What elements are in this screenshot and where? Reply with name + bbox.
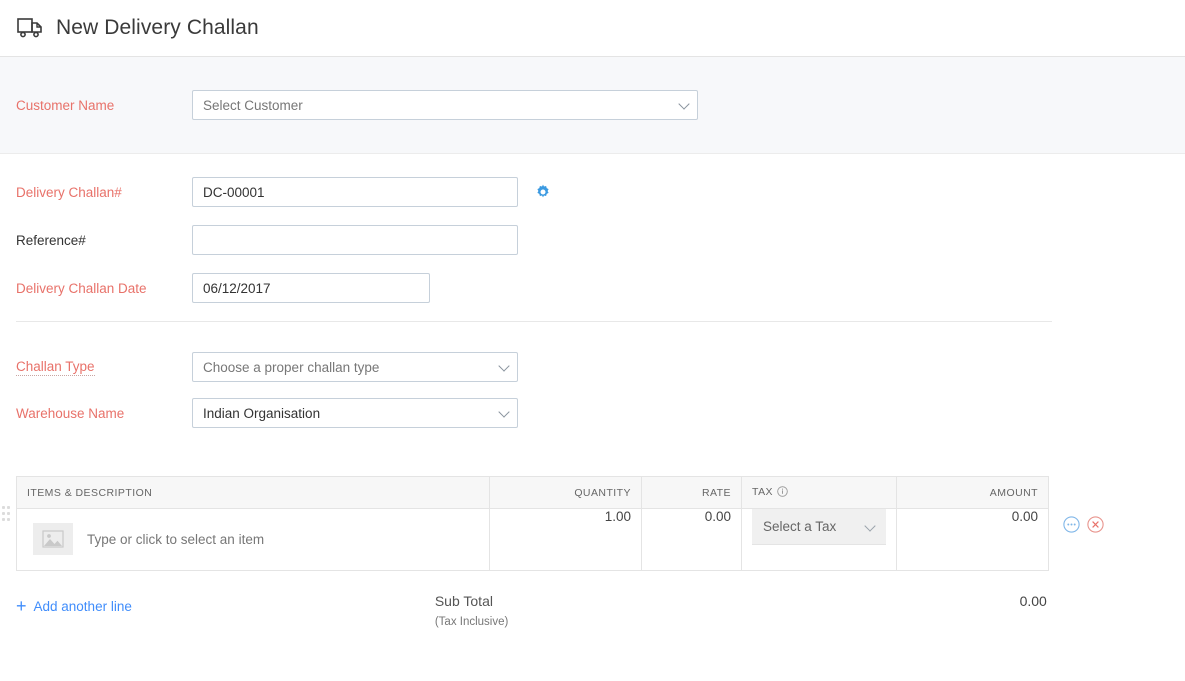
add-another-line-label: Add another line bbox=[34, 599, 132, 614]
page-title: New Delivery Challan bbox=[56, 16, 259, 40]
challan-type-label: Challan Type bbox=[16, 359, 95, 376]
sub-total-label: Sub Total bbox=[435, 593, 509, 609]
plus-icon: + bbox=[16, 597, 27, 615]
table-row: Type or click to select an item 1.00 0.0… bbox=[17, 509, 1049, 571]
more-options-icon[interactable] bbox=[1063, 516, 1080, 538]
warehouse-name-label: Warehouse Name bbox=[16, 406, 192, 421]
warehouse-name-value: Indian Organisation bbox=[203, 406, 320, 421]
warehouse-name-row: Warehouse Name Indian Organisation bbox=[16, 398, 1185, 428]
amount-cell: 0.00 bbox=[897, 509, 1049, 571]
quantity-cell[interactable]: 1.00 bbox=[490, 509, 642, 571]
page-header: New Delivery Challan bbox=[0, 0, 1185, 57]
items-footer: + Add another line Sub Total (Tax Inclus… bbox=[0, 584, 1185, 628]
column-rate: RATE bbox=[642, 477, 742, 509]
customer-name-label: Customer Name bbox=[16, 98, 192, 113]
row-actions bbox=[1063, 516, 1104, 538]
rate-cell[interactable]: 0.00 bbox=[642, 509, 742, 571]
add-another-line-button[interactable]: + Add another line bbox=[16, 584, 132, 628]
challan-type-label-slot: Challan Type bbox=[16, 358, 192, 376]
sub-total-block: Sub Total (Tax Inclusive) bbox=[435, 593, 509, 628]
column-amount: AMOUNT bbox=[897, 477, 1049, 509]
challan-number-input[interactable]: DC-00001 bbox=[192, 177, 518, 207]
chevron-down-icon bbox=[864, 520, 875, 531]
customer-name-section: Customer Name Select Customer bbox=[0, 57, 1185, 154]
reference-label: Reference# bbox=[16, 233, 192, 248]
item-name-value: Type or click to select an item bbox=[87, 532, 264, 547]
challan-number-value: DC-00001 bbox=[203, 185, 265, 200]
column-items-description: ITEMS & DESCRIPTION bbox=[17, 477, 490, 509]
info-icon[interactable] bbox=[777, 486, 788, 500]
remove-row-icon[interactable] bbox=[1087, 516, 1104, 538]
challan-number-row: Delivery Challan# DC-00001 bbox=[16, 177, 1185, 207]
challan-type-section: Challan Type Choose a proper challan typ… bbox=[0, 322, 1185, 428]
customer-name-value: Select Customer bbox=[203, 98, 303, 113]
warehouse-name-select[interactable]: Indian Organisation bbox=[192, 398, 518, 428]
challan-date-label: Delivery Challan Date bbox=[16, 281, 192, 296]
items-table-header-row: ITEMS & DESCRIPTION QUANTITY RATE TAX AM… bbox=[17, 477, 1049, 509]
tax-value: Select a Tax bbox=[763, 519, 836, 534]
challan-date-value: 06/12/2017 bbox=[203, 281, 271, 296]
sub-total-note: (Tax Inclusive) bbox=[435, 616, 509, 628]
tax-select[interactable]: Select a Tax bbox=[752, 509, 886, 545]
totals-section: Sub Total (Tax Inclusive) 0.00 bbox=[435, 584, 1047, 628]
challan-date-input[interactable]: 06/12/2017 bbox=[192, 273, 430, 303]
image-placeholder-icon bbox=[33, 523, 73, 555]
tax-cell: Select a Tax bbox=[742, 509, 897, 571]
delivery-truck-icon bbox=[16, 16, 56, 40]
reference-row: Reference# bbox=[16, 225, 1185, 255]
challan-number-label: Delivery Challan# bbox=[16, 185, 192, 200]
challan-type-value: Choose a proper challan type bbox=[203, 360, 379, 375]
chevron-down-icon bbox=[498, 360, 509, 371]
gear-icon[interactable] bbox=[518, 184, 551, 200]
column-quantity: QUANTITY bbox=[490, 477, 642, 509]
challan-type-row: Challan Type Choose a proper challan typ… bbox=[16, 352, 1185, 382]
column-tax-label: TAX bbox=[752, 486, 773, 498]
item-description-cell[interactable]: Type or click to select an item bbox=[17, 509, 490, 571]
challan-details-section: Delivery Challan# DC-00001 Reference# De… bbox=[0, 154, 1185, 303]
chevron-down-icon bbox=[678, 98, 689, 109]
reference-input[interactable] bbox=[192, 225, 518, 255]
column-tax: TAX bbox=[742, 477, 897, 509]
customer-name-select[interactable]: Select Customer bbox=[192, 90, 698, 120]
challan-date-row: Delivery Challan Date 06/12/2017 bbox=[16, 273, 1185, 303]
items-table: ITEMS & DESCRIPTION QUANTITY RATE TAX AM… bbox=[16, 476, 1049, 571]
items-table-wrap: ITEMS & DESCRIPTION QUANTITY RATE TAX AM… bbox=[16, 476, 1048, 571]
sub-total-value: 0.00 bbox=[1020, 593, 1047, 609]
drag-handle-icon[interactable] bbox=[2, 506, 10, 528]
chevron-down-icon bbox=[498, 406, 509, 417]
challan-type-select[interactable]: Choose a proper challan type bbox=[192, 352, 518, 382]
